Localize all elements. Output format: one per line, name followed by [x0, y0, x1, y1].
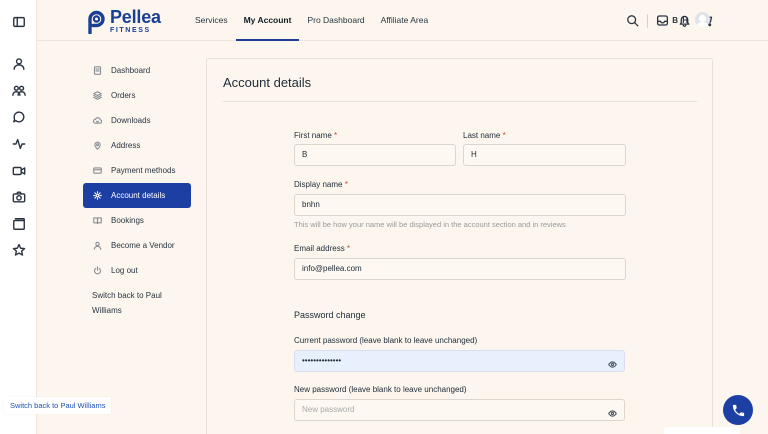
folders-icon[interactable] [11, 216, 26, 231]
account-menu-label: Dashboard [111, 66, 151, 75]
account-menu-label: Log out [111, 266, 138, 275]
first-name-input[interactable]: B [294, 144, 456, 166]
dashboard-icon [92, 66, 102, 76]
nav-pro-dashboard[interactable]: Pro Dashboard [299, 0, 372, 41]
switch-back-tooltip[interactable]: Switch back to Paul Williams [4, 397, 112, 414]
account-menu-label: Payment methods [111, 166, 176, 175]
chat-icon[interactable] [11, 109, 26, 124]
user-initials[interactable]: B H [672, 16, 689, 25]
phone-icon [732, 404, 744, 416]
new-password-input[interactable]: New password [294, 399, 625, 421]
last-name-label-text: Last name [463, 131, 501, 140]
account-menu-payment-methods[interactable]: Payment methods [83, 158, 191, 183]
nav-my-account[interactable]: My Account [235, 0, 300, 41]
switch-back-link[interactable]: Switch back to Paul Williams [83, 288, 173, 318]
required-mark: * [344, 180, 348, 189]
current-password-input[interactable]: •••••••••••••• [294, 350, 625, 372]
groups-icon[interactable] [11, 82, 26, 97]
new-password-placeholder: New password [302, 405, 355, 414]
required-mark: * [346, 244, 351, 253]
display-name-hint: This will be how your name will be displ… [294, 220, 566, 229]
left-icon-rail [0, 0, 37, 434]
call-button[interactable] [723, 395, 753, 425]
account-menu-account-details[interactable]: Account details [83, 183, 191, 208]
account-menu-label: Become a Vendor [111, 241, 175, 250]
account-menu-log-out[interactable]: Log out [83, 258, 191, 283]
gear-icon [92, 191, 102, 201]
page-title: Account details [223, 75, 312, 90]
last-name-input[interactable]: H [463, 144, 626, 166]
account-menu-bookings[interactable]: Bookings [83, 208, 191, 233]
account-menu-label: Orders [111, 91, 136, 100]
current-password-label: Current password (leave blank to leave u… [294, 336, 478, 345]
top-header: Pellea FITNESS Services My Account Pro D… [37, 0, 768, 41]
address-icon [92, 141, 102, 151]
bookings-icon [92, 216, 102, 226]
main-nav: Services My Account Pro Dashboard Affili… [187, 0, 436, 41]
avatar[interactable] [695, 12, 710, 27]
show-password-icon[interactable] [608, 357, 617, 368]
inbox-icon[interactable] [655, 13, 670, 28]
email-field[interactable]: info@pellea.com [294, 258, 626, 280]
orders-icon [92, 91, 102, 101]
account-menu-orders[interactable]: Orders [83, 83, 191, 108]
video-icon[interactable] [11, 163, 26, 178]
title-divider [223, 101, 697, 102]
brand-logo[interactable]: Pellea FITNESS [84, 8, 161, 34]
account-menu-label: Bookings [111, 216, 144, 225]
required-mark: * [334, 131, 338, 140]
camera-icon[interactable] [11, 189, 26, 204]
downloads-icon [92, 116, 102, 126]
header-divider [647, 13, 648, 28]
nav-services[interactable]: Services [187, 0, 236, 41]
account-menu-address[interactable]: Address [83, 133, 191, 158]
search-icon[interactable] [625, 13, 640, 28]
first-name-label-text: First name [294, 131, 332, 140]
required-mark: * [502, 131, 506, 140]
account-menu-label: Account details [111, 191, 166, 200]
brand-tagline: FITNESS [110, 27, 151, 34]
email-label: Email address * [294, 244, 350, 253]
users-icon[interactable] [11, 56, 26, 71]
account-menu-dashboard[interactable]: Dashboard [83, 58, 191, 83]
logout-icon [92, 266, 102, 276]
star-icon[interactable] [11, 242, 26, 257]
account-menu-label: Downloads [111, 116, 151, 125]
account-details-card: Account details First name * B Last name… [206, 58, 713, 434]
new-password-label: New password (leave blank to leave uncha… [294, 385, 467, 394]
payment-icon [92, 166, 102, 176]
activity-icon[interactable] [11, 136, 26, 151]
sidebar-toggle-icon[interactable] [11, 14, 26, 29]
nav-affiliate-area[interactable]: Affiliate Area [373, 0, 437, 41]
logo-mark-icon [88, 10, 105, 34]
bottom-widget-tab[interactable] [664, 427, 740, 434]
current-password-value: •••••••••••••• [302, 356, 342, 365]
account-menu-become-vendor[interactable]: Become a Vendor [83, 233, 191, 258]
first-name-label: First name * [294, 131, 337, 140]
brand-name: Pellea [110, 7, 161, 27]
display-name-label: Display name * [294, 180, 348, 189]
password-change-heading: Password change [294, 310, 366, 320]
account-navigation: Dashboard Orders Downloads Address Payme… [83, 58, 191, 318]
account-menu-downloads[interactable]: Downloads [83, 108, 191, 133]
email-label-text: Email address [294, 244, 345, 253]
account-menu-label: Address [111, 141, 141, 150]
vendor-icon [92, 241, 102, 251]
display-name-input[interactable]: bnhn [294, 194, 626, 216]
display-name-label-text: Display name [294, 180, 343, 189]
last-name-label: Last name * [463, 131, 506, 140]
show-password-icon[interactable] [608, 406, 617, 417]
